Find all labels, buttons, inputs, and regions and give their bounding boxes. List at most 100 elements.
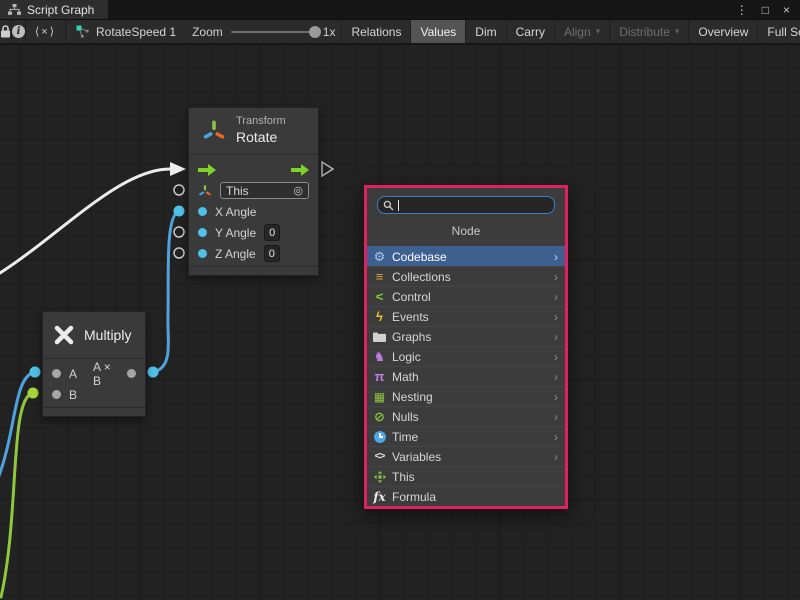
b-input-port[interactable] xyxy=(52,390,61,399)
fx-icon: fx xyxy=(372,491,387,503)
xangle-port[interactable] xyxy=(198,207,207,216)
chevron-right-icon: › xyxy=(554,250,560,264)
lock-button[interactable] xyxy=(0,20,12,43)
node-title: Rotate xyxy=(236,129,286,147)
script-graph-node-icon xyxy=(76,25,90,39)
toolbar: i ⟨×⟩ RotateSpeed 1 Zoom 1x Relations Va… xyxy=(0,20,800,44)
window-controls: ⋮ □ × xyxy=(736,0,800,19)
b-input-wire[interactable] xyxy=(1,393,33,597)
search-icon xyxy=(383,200,394,211)
object-picker-icon[interactable]: ◎ xyxy=(293,184,303,197)
finder-item-graphs[interactable]: Graphs › xyxy=(367,326,565,346)
breadcrumb[interactable]: RotateSpeed 1 xyxy=(66,20,186,43)
graph-canvas[interactable]: Transform Rotate xyxy=(0,45,800,600)
fullscreen-button[interactable]: Full Screen xyxy=(757,20,800,43)
lightning-icon: ϟ xyxy=(372,310,387,323)
this-external-port[interactable] xyxy=(174,185,184,195)
finder-item-nulls[interactable]: ⊘ Nulls › xyxy=(367,406,565,426)
finder-item-nesting[interactable]: ▦ Nesting › xyxy=(367,386,565,406)
flow-wire-arrowhead xyxy=(170,162,186,176)
chevron-down-icon: ▾ xyxy=(675,26,680,37)
zoom-control: Zoom 1x xyxy=(186,20,341,43)
this-object-field[interactable]: This ◎ xyxy=(220,182,309,199)
zangle-external-port[interactable] xyxy=(174,248,184,258)
titlebar: Script Graph ⋮ □ × xyxy=(0,0,800,20)
close-icon[interactable]: × xyxy=(783,3,790,17)
finder-item-codebase[interactable]: ⚙ Codebase › xyxy=(367,246,565,266)
finder-item-logic[interactable]: ♞ Logic › xyxy=(367,346,565,366)
multiply-output-connection-dot[interactable] xyxy=(148,367,159,378)
align-dropdown[interactable]: Align ▾ xyxy=(554,20,609,43)
menu-kebab-icon[interactable]: ⋮ xyxy=(736,3,748,17)
yangle-external-port[interactable] xyxy=(174,227,184,237)
zoom-slider-handle[interactable] xyxy=(309,26,321,38)
node-search-box[interactable] xyxy=(377,196,555,214)
chevron-right-icon: › xyxy=(554,390,560,404)
multiply-node[interactable]: Multiply A A × B B xyxy=(42,311,146,417)
relations-button[interactable]: Relations xyxy=(341,20,410,43)
zangle-port[interactable] xyxy=(198,249,207,258)
gear-icon: ⚙ xyxy=(372,250,387,263)
chevron-right-icon: › xyxy=(554,270,560,284)
result-output-port[interactable] xyxy=(127,369,136,378)
finder-item-this[interactable]: This xyxy=(367,466,565,486)
null-icon: ⊘ xyxy=(372,410,387,423)
chevron-right-icon: › xyxy=(554,290,560,304)
overview-button[interactable]: Overview xyxy=(688,20,757,43)
chevron-right-icon: › xyxy=(554,450,560,464)
tab-label: Script Graph xyxy=(27,3,94,17)
lock-icon xyxy=(0,25,11,38)
breadcrumb-label: RotateSpeed 1 xyxy=(96,25,176,39)
finder-item-variables[interactable]: <> Variables › xyxy=(367,446,565,466)
a-input-connection-dot[interactable] xyxy=(30,367,41,378)
flow-wire[interactable] xyxy=(0,169,170,273)
b-input-connection-dot[interactable] xyxy=(28,388,39,399)
flow-ports-row xyxy=(189,159,318,180)
chevron-down-icon: ▾ xyxy=(596,26,601,37)
knight-icon: ♞ xyxy=(372,350,387,363)
yangle-value-input[interactable]: 0 xyxy=(264,224,280,241)
chevron-right-icon: › xyxy=(554,350,560,364)
finder-title: Node xyxy=(367,214,565,246)
chevron-right-icon: › xyxy=(554,330,560,344)
zoom-slider[interactable] xyxy=(231,31,315,33)
list-icon: ≡ xyxy=(372,270,387,283)
maximize-icon[interactable]: □ xyxy=(762,3,769,17)
values-button[interactable]: Values xyxy=(410,20,465,43)
dim-button[interactable]: Dim xyxy=(465,20,505,43)
yangle-port[interactable] xyxy=(198,228,207,237)
finder-item-control[interactable]: < Control › xyxy=(367,286,565,306)
node-category: Transform xyxy=(236,115,286,129)
distribute-dropdown[interactable]: Distribute ▾ xyxy=(609,20,688,43)
a-input-port[interactable] xyxy=(52,369,61,378)
node-title: Multiply xyxy=(84,327,131,343)
flow-output-arrow-icon[interactable] xyxy=(291,164,309,176)
rotate-node[interactable]: Transform Rotate xyxy=(188,107,319,276)
pi-icon: π xyxy=(372,370,387,383)
brackets-icon: <> xyxy=(372,452,387,462)
finder-item-events[interactable]: ϟ Events › xyxy=(367,306,565,326)
transform-axes-icon xyxy=(201,118,227,144)
flow-input-arrow-icon[interactable] xyxy=(198,164,216,176)
chevron-right-icon: › xyxy=(554,370,560,384)
carry-button[interactable]: Carry xyxy=(506,20,554,43)
finder-item-math[interactable]: π Math › xyxy=(367,366,565,386)
flow-output-external-port[interactable] xyxy=(322,162,333,176)
node-search-input[interactable] xyxy=(403,199,549,211)
xangle-connection-dot[interactable] xyxy=(174,206,185,217)
finder-item-formula[interactable]: fx Formula xyxy=(367,486,565,506)
finder-item-collections[interactable]: ≡ Collections › xyxy=(367,266,565,286)
zangle-value-input[interactable]: 0 xyxy=(264,245,280,262)
finder-item-time[interactable]: Time › xyxy=(367,426,565,446)
zangle-port-row: Z Angle 0 xyxy=(189,243,318,264)
code-preview-button[interactable]: ⟨×⟩ xyxy=(26,20,66,43)
tab-script-graph[interactable]: Script Graph xyxy=(0,0,108,19)
text-caret xyxy=(398,200,399,211)
finder-list: ⚙ Codebase › ≡ Collections › < Control ›… xyxy=(367,246,565,506)
clock-icon xyxy=(372,431,387,443)
a-port-row: A A × B xyxy=(43,363,145,384)
multiply-node-header: Multiply xyxy=(43,312,145,358)
graph-hierarchy-icon xyxy=(8,4,21,16)
info-button[interactable]: i xyxy=(12,20,26,43)
folder-icon xyxy=(372,332,387,342)
